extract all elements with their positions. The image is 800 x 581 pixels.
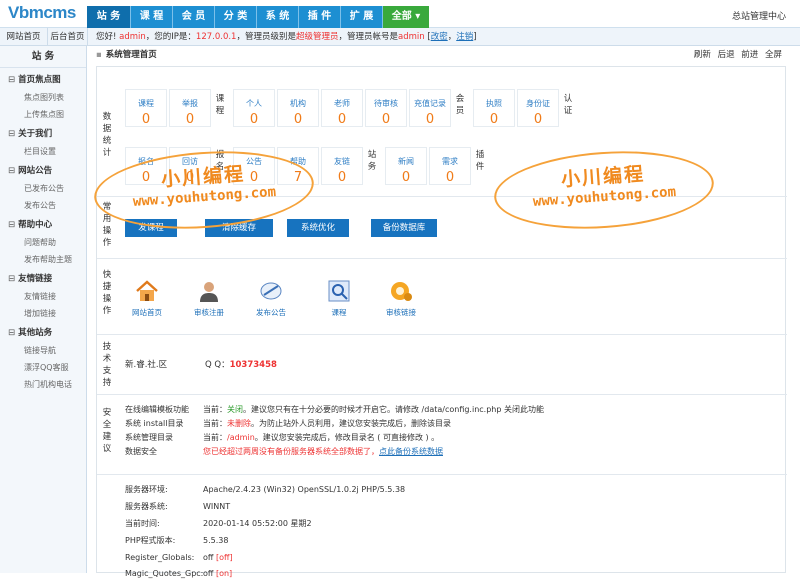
main-content: 系统管理首页刷新 后退 前进 全屏 数据统计 课程0 举报0 课程 个人0 机构… — [88, 46, 800, 578]
sidebar-head: 站 务 — [0, 46, 86, 68]
server-row: Magic_Quotes_Gpc:off [on] — [125, 569, 233, 578]
stat-box[interactable]: 课程 0 — [125, 89, 167, 127]
sidebar-group-other[interactable]: 其他站务 — [0, 325, 86, 342]
sidebar: 站 务 首页焦点图 焦点图列表 上传焦点图 关于我们 栏目设置 网站公告 已发布… — [0, 46, 87, 573]
server-section: 服务器环境: Apache/2.4.23 (Win32) OpenSSL/1.0.… — [97, 475, 787, 578]
nav-all[interactable]: 全部 ▾ — [383, 6, 429, 28]
nav-extend[interactable]: 扩 展 — [341, 6, 383, 28]
toolbar[interactable]: 刷新 后退 前进 全屏 — [694, 46, 782, 64]
group-label: 课程 — [215, 94, 225, 116]
system-optimize-button[interactable]: 系统优化 — [287, 219, 349, 237]
stat-box[interactable]: 身份证 0 — [517, 89, 559, 127]
stat-box[interactable]: 友链 0 — [321, 147, 363, 185]
quick-ops-section: 快捷操作 网站首页 审核注册 发布公告 课程 审核链接 — [97, 259, 787, 335]
sidebar-item[interactable]: 增加链接 — [0, 305, 86, 322]
stat-box[interactable]: 机构 0 — [277, 89, 319, 127]
security-row: 数据安全 您已经超过两周没有备份服务器系统全部数据了，点此备份系统数据 — [125, 447, 443, 456]
backup-now-link[interactable]: 点此备份系统数据 — [379, 447, 443, 456]
sidebar-item[interactable]: 友情链接 — [0, 288, 86, 305]
server-row: 当前时间: 2020-01-14 05:52:00 星期2 — [125, 519, 312, 528]
sidebar-item[interactable]: 焦点图列表 — [0, 89, 86, 106]
quick-publish-notice[interactable]: 发布公告 — [243, 279, 299, 318]
sidebar-item[interactable]: 漂浮QQ客服 — [0, 359, 86, 376]
support-section: 技术支持 新.睿.社.区 Q Q：10373458 — [97, 335, 787, 395]
notice-icon — [258, 279, 284, 303]
security-row: 系统 install目录 当前：未删除。为防止站外人员利用，建议您安装完成后，删除… — [125, 419, 451, 428]
group-label: 站务 — [367, 150, 377, 172]
page-title: 系统管理首页刷新 后退 前进 全屏 — [96, 46, 796, 64]
tab-site-home[interactable]: 网站首页 — [0, 28, 48, 46]
info-bar: 网站首页 后台首页 您好! admin，您的IP是：127.0.0.1，管理员级… — [0, 28, 800, 46]
stat-box[interactable]: 举报 0 — [169, 89, 211, 127]
dashboard-panel: 数据统计 课程 0 举报 0 课程 个人 0 机构 0 老师 0 待审核 0 充值记录 0 会… — [96, 66, 787, 578]
stat-box[interactable]: 老师 0 — [321, 89, 363, 127]
security-row: 在线编辑模板功能 当前：关闭。建议您只有在十分必要的时候才开启它。请修改 /dat… — [125, 405, 544, 414]
security-section: 安全建议 在线编辑模板功能 当前：关闭。建议您只有在十分必要的时候才开启它。请修改… — [97, 395, 787, 475]
sidebar-item[interactable]: 已发布公告 — [0, 180, 86, 197]
group-label: 会员 — [455, 94, 465, 116]
change-password-link[interactable]: 改密 — [431, 32, 448, 42]
stat-box[interactable]: 需求 0 — [429, 147, 471, 185]
group-label: 认证 — [563, 94, 573, 116]
nav-zhanwu[interactable]: 站 务 — [87, 6, 131, 28]
quick-audit-links[interactable]: 审核链接 — [373, 279, 429, 318]
main-nav: 站 务 课 程 会 员 分 类 系 统 插 件 扩 展 全部 ▾ — [87, 6, 429, 28]
house-icon — [134, 279, 160, 303]
sidebar-item[interactable]: 发布帮助主题 — [0, 251, 86, 268]
top-header: Vbmcms 站 务 课 程 会 员 分 类 系 统 插 件 扩 展 全部 ▾ … — [0, 0, 800, 28]
sidebar-item[interactable]: 问题帮助 — [0, 234, 86, 251]
nav-plugin[interactable]: 插 件 — [299, 6, 341, 28]
support-qq: Q Q：10373458 — [205, 360, 277, 370]
backup-db-button[interactable]: 备份数据库 — [371, 219, 437, 237]
stat-box[interactable]: 充值记录 0 — [409, 89, 451, 127]
quick-course[interactable]: 课程 — [311, 279, 367, 318]
support-name: 新.睿.社.区 — [125, 360, 168, 370]
welcome-text: 您好! admin，您的IP是：127.0.0.1，管理员级别是超级管理员，管理… — [96, 32, 477, 42]
stat-box[interactable]: 待审核 0 — [365, 89, 407, 127]
sidebar-group-notice[interactable]: 网站公告 — [0, 163, 86, 180]
quick-audit-register[interactable]: 审核注册 — [181, 279, 237, 318]
support-label: 技术支持 — [102, 342, 112, 388]
search-icon — [326, 279, 352, 303]
admin-center-title: 总站管理中心 — [731, 12, 786, 22]
nav-system[interactable]: 系 统 — [257, 6, 299, 28]
link-gear-icon — [388, 279, 414, 303]
security-label: 安全建议 — [102, 408, 112, 454]
sidebar-item[interactable]: 发布公告 — [0, 197, 86, 214]
nav-member[interactable]: 会 员 — [173, 6, 215, 28]
sidebar-group-about[interactable]: 关于我们 — [0, 126, 86, 143]
server-row: 服务器环境: Apache/2.4.23 (Win32) OpenSSL/1.0.… — [125, 485, 406, 494]
user-icon — [196, 279, 222, 303]
logo: Vbmcms — [8, 3, 76, 22]
stats-label: 数据统计 — [102, 112, 112, 158]
sidebar-group-help[interactable]: 帮助中心 — [0, 217, 86, 234]
server-row: Register_Globals: off [off] — [125, 553, 233, 562]
sidebar-group-focus[interactable]: 首页焦点图 — [0, 72, 86, 89]
nav-course[interactable]: 课 程 — [131, 6, 173, 28]
server-row: PHP程式版本: 5.5.38 — [125, 536, 229, 545]
stat-box[interactable]: 新闻 0 — [385, 147, 427, 185]
stat-box[interactable]: 执照 0 — [473, 89, 515, 127]
sidebar-item[interactable]: 热门机构电话 — [0, 376, 86, 393]
sidebar-group-links[interactable]: 友情链接 — [0, 271, 86, 288]
group-label: 插件 — [475, 150, 485, 172]
server-row: 服务器系统: WINNT — [125, 502, 231, 511]
quick-ops-label: 快捷操作 — [102, 270, 112, 316]
quick-site-home[interactable]: 网站首页 — [119, 279, 175, 318]
sidebar-item[interactable]: 栏目设置 — [0, 143, 86, 160]
logout-link[interactable]: 注销 — [456, 32, 473, 42]
sidebar-item[interactable]: 上传焦点图 — [0, 106, 86, 123]
stat-box[interactable]: 个人 0 — [233, 89, 275, 127]
sidebar-item[interactable]: 链接导航 — [0, 342, 86, 359]
tab-admin-home[interactable]: 后台首页 — [48, 28, 88, 46]
nav-category[interactable]: 分 类 — [215, 6, 257, 28]
security-row: 系统管理目录 当前：/admin。建议您安装完成后，修改目录名 ( 可直接修改 )… — [125, 433, 440, 442]
